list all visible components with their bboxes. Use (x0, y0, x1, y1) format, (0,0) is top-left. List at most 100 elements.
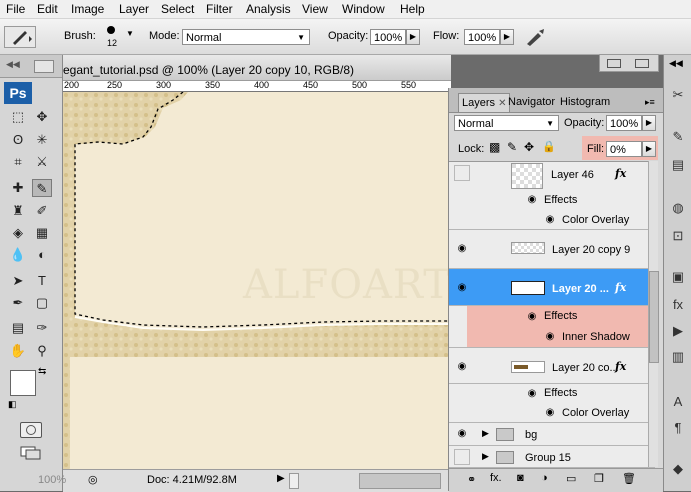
brush-picker[interactable]: 12 (105, 25, 119, 49)
layers-dock-icon[interactable]: ◆ (668, 459, 688, 479)
clone-stamp-tool-icon[interactable]: ♜ (8, 202, 28, 220)
group-row[interactable]: ▶ Group 15 (449, 446, 655, 468)
zoom-tool-icon[interactable]: ⚲ (32, 342, 52, 360)
lock-transparent-icon[interactable]: ▩ (489, 140, 500, 154)
eyedropper-tool-icon[interactable]: ✑ (32, 319, 52, 337)
layer-opacity-slider-button[interactable]: ▶ (642, 115, 656, 131)
lasso-tool-icon[interactable]: ʘ (8, 131, 28, 149)
menu-help[interactable]: Help (400, 2, 425, 16)
new-layer-icon[interactable]: ❐ (594, 472, 604, 485)
tool-preset-picker[interactable] (4, 26, 36, 48)
restore-icon[interactable] (635, 59, 649, 68)
fill-input[interactable]: 0% (606, 141, 642, 157)
tab-histogram[interactable]: Histogram (557, 93, 613, 112)
foreground-color-swatch[interactable] (10, 370, 36, 396)
status-info-icon[interactable]: ◎ (88, 473, 98, 486)
menu-analysis[interactable]: Analysis (246, 2, 291, 16)
info-icon[interactable]: ▣ (668, 267, 688, 287)
tab-navigator[interactable]: Navigator (505, 93, 558, 112)
brushes-icon[interactable]: ✎ (668, 127, 688, 147)
brush-dropdown-icon[interactable]: ▼ (126, 29, 134, 38)
styles-icon[interactable]: fx (668, 295, 688, 315)
fx-icon[interactable]: fx (615, 167, 626, 180)
menu-image[interactable]: Image (71, 2, 104, 16)
history-icon[interactable]: ▥ (668, 347, 688, 367)
panel-menu-button[interactable] (34, 60, 54, 73)
fx-icon[interactable]: fx (615, 281, 626, 294)
minimize-icon[interactable] (607, 59, 621, 68)
swap-colors-icon[interactable]: ⇆ (38, 366, 46, 377)
gradient-tool-icon[interactable]: ▦ (32, 224, 52, 242)
magic-wand-tool-icon[interactable]: ✳ (32, 131, 52, 149)
menu-layer[interactable]: Layer (119, 2, 149, 16)
adjustment-layer-icon[interactable]: ◑ (541, 472, 548, 484)
eye-icon[interactable]: ◉ (453, 240, 471, 258)
layer-row-selected[interactable]: ◉ Layer 20 ... fx (449, 269, 655, 306)
paragraph-icon[interactable]: ¶ (668, 418, 688, 438)
eye-icon[interactable]: ◉ (453, 358, 471, 376)
flow-slider-button[interactable]: ▶ (500, 29, 514, 45)
tab-layers[interactable]: Layers ✕ (458, 93, 511, 112)
effects-row[interactable]: ◉ Effects (449, 384, 655, 403)
healing-brush-tool-icon[interactable]: ✚ (8, 179, 28, 197)
new-group-icon[interactable]: ▭ (566, 472, 576, 485)
notes-tool-icon[interactable]: ▤ (8, 319, 28, 337)
trash-icon[interactable]: 🗑 (622, 472, 636, 485)
eye-icon[interactable]: ◉ (541, 404, 559, 422)
menu-filter[interactable]: Filter (206, 2, 233, 16)
tools-preset-icon[interactable]: ✂ (668, 85, 688, 105)
hand-tool-icon[interactable]: ✋ (8, 342, 28, 360)
color-icon[interactable]: ◍ (668, 198, 688, 218)
canvas[interactable]: ALFOART (63, 92, 451, 469)
visibility-toggle[interactable] (454, 165, 470, 181)
brush-tool-icon[interactable]: ✎ (32, 179, 52, 197)
clone-source-icon[interactable]: ▤ (668, 155, 688, 175)
eye-icon[interactable]: ◉ (541, 328, 559, 346)
effect-row[interactable]: ◉ Inner Shadow (449, 327, 655, 348)
type-tool-icon[interactable]: T (32, 272, 52, 290)
opacity-input[interactable]: 100% (370, 29, 406, 45)
dodge-tool-icon[interactable]: ◐ (32, 246, 52, 264)
shape-tool-icon[interactable]: ▢ (32, 294, 52, 312)
status-menu-arrow-icon[interactable]: ▶ (277, 473, 285, 484)
effects-row[interactable]: ◉ Effects (449, 306, 655, 327)
collapse-icon[interactable]: ◀◀ (6, 59, 20, 70)
eraser-tool-icon[interactable]: ◈ (8, 224, 28, 242)
horizontal-ruler[interactable]: 200 250 300 350 400 450 500 550 (63, 81, 451, 92)
eye-icon[interactable]: ◉ (453, 425, 471, 443)
flow-input[interactable]: 100% (464, 29, 500, 45)
link-layers-icon[interactable]: ⚭ (467, 473, 476, 486)
layers-scrollbar-thumb[interactable] (649, 271, 659, 363)
eye-icon[interactable]: ◉ (523, 385, 541, 403)
eye-icon[interactable]: ◉ (541, 211, 559, 229)
history-brush-tool-icon[interactable]: ✐ (32, 202, 52, 220)
menu-file[interactable]: File (6, 2, 25, 16)
slice-tool-icon[interactable]: ⚔ (32, 153, 52, 171)
layer-opacity-input[interactable]: 100% (606, 115, 642, 131)
layers-scrollbar[interactable] (648, 161, 659, 467)
expand-arrow-icon[interactable]: ▶ (482, 428, 489, 439)
expand-arrow-icon[interactable]: ▶ (482, 451, 489, 462)
path-selection-tool-icon[interactable]: ➤ (8, 272, 28, 290)
pen-tool-icon[interactable]: ✒ (8, 294, 28, 312)
screen-mode-button[interactable] (20, 446, 42, 460)
effect-row[interactable]: ◉ Color Overlay (449, 210, 655, 230)
quick-mask-button[interactable] (20, 422, 42, 438)
marquee-tool-icon[interactable]: ⬚ (8, 108, 28, 126)
horizontal-scrollbar-thumb[interactable] (359, 473, 441, 489)
add-mask-icon[interactable]: ◙ (517, 472, 524, 484)
panel-menu-icon[interactable]: ▸≡ (645, 97, 655, 108)
scroll-left-button[interactable] (289, 473, 299, 489)
eye-icon[interactable]: ◉ (453, 279, 471, 297)
layer-row[interactable]: ◉ Layer 20 copy 9 (449, 230, 655, 269)
move-tool-icon[interactable]: ✥ (32, 108, 52, 126)
menu-edit[interactable]: Edit (37, 2, 58, 16)
opacity-slider-button[interactable]: ▶ (406, 29, 420, 45)
zoom-level[interactable]: 100% (38, 474, 66, 486)
menu-window[interactable]: Window (342, 2, 385, 16)
blend-mode-select[interactable]: Normal ▼ (454, 115, 559, 131)
crop-tool-icon[interactable]: ⌗ (8, 153, 28, 171)
expand-dock-icon[interactable]: ◀◀ (669, 58, 683, 69)
character-icon[interactable]: A (668, 392, 688, 412)
lock-all-icon[interactable]: 🔒 (542, 140, 556, 153)
